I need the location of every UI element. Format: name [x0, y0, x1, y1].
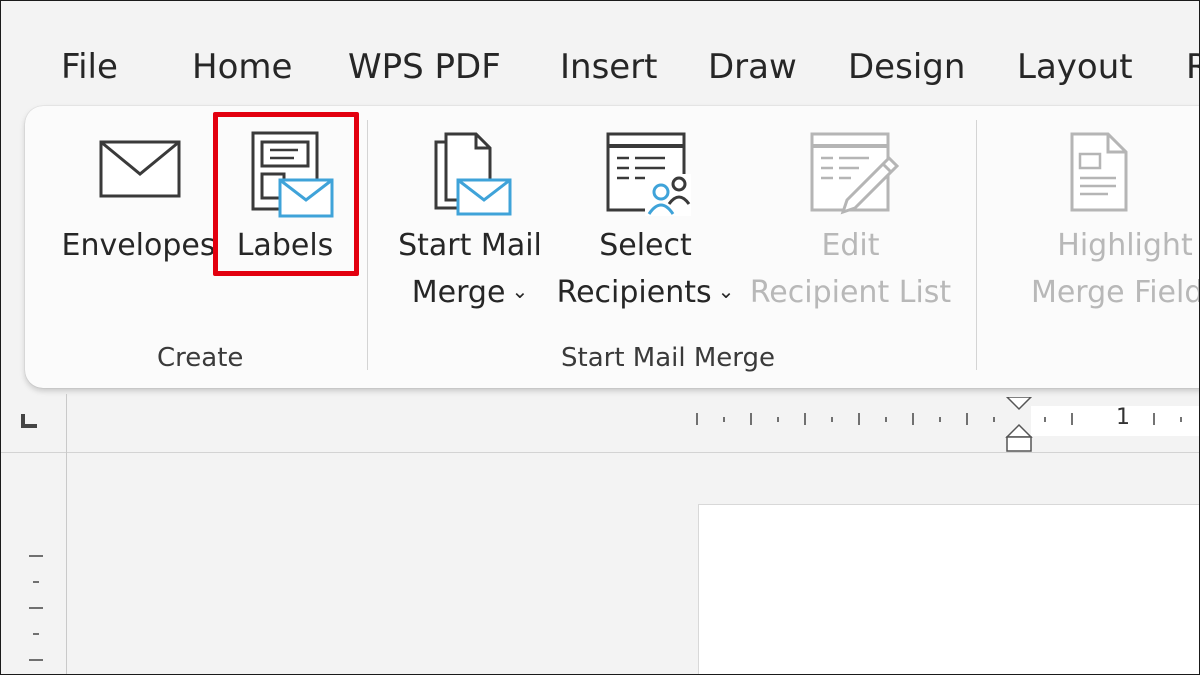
start-mail-merge-label-text: Merge [411, 275, 506, 310]
word-window: File Home WPS PDF Insert Draw Design Lay… [0, 0, 1200, 675]
group-separator [367, 120, 368, 370]
group-separator [976, 120, 977, 370]
create-group-label: Create [157, 343, 244, 373]
ribbon-panel: Envelopes Labels Create Start Mail Merge… [25, 106, 1199, 388]
document-page[interactable] [698, 504, 1199, 674]
ribbon-tabs: File Home WPS PDF Insert Draw Design Lay… [1, 47, 1199, 91]
chevron-down-icon: ⌄ [511, 279, 529, 303]
contacts-list-icon [606, 132, 691, 216]
edit-recipient-list-label-line1: Edit [821, 228, 880, 263]
tab-layout[interactable]: Layout [1017, 47, 1133, 87]
envelope-icon [99, 140, 181, 198]
tab-wps-pdf[interactable]: WPS PDF [348, 47, 501, 87]
ruler-divider [1, 452, 1199, 453]
select-recipients-label-text: Recipients [556, 275, 712, 310]
envelopes-button[interactable]: Envelopes [61, 128, 216, 298]
document-fields-icon [1070, 132, 1128, 212]
tab-draw[interactable]: Draw [708, 47, 797, 87]
start-mail-merge-label-line1: Start Mail [398, 228, 542, 263]
edit-list-icon [810, 132, 900, 215]
tab-design[interactable]: Design [848, 47, 965, 87]
select-recipients-label-line2: Recipients ⌄ [553, 269, 738, 319]
labels-highlight-box [213, 112, 359, 276]
highlight-merge-fields-button[interactable]: Highlight Merge Fields [1000, 128, 1199, 318]
edit-recipient-list-button[interactable]: Edit Recipient List [743, 128, 958, 318]
documents-envelope-icon [434, 132, 512, 216]
select-recipients-label-line1: Select [599, 228, 692, 263]
edit-recipient-list-label-line2: Recipient List [749, 275, 952, 310]
tab-references[interactable]: R [1186, 47, 1199, 87]
highlight-merge-fields-label-line1: Highlight [1057, 228, 1193, 263]
tab-insert[interactable]: Insert [560, 47, 658, 87]
vertical-ruler[interactable] [1, 541, 67, 675]
tab-file[interactable]: File [61, 47, 118, 87]
select-recipients-button[interactable]: Select Recipients ⌄ [553, 128, 738, 318]
tab-home[interactable]: Home [192, 47, 292, 87]
start-mail-merge-button[interactable]: Start Mail Merge ⌄ [390, 128, 550, 318]
start-mail-merge-label-line2: Merge ⌄ [390, 269, 550, 319]
start-mail-merge-group-label: Start Mail Merge [561, 343, 776, 373]
envelopes-label: Envelopes [61, 228, 216, 263]
chevron-down-icon: ⌄ [717, 279, 735, 303]
tab-stop-selector-icon[interactable] [1, 394, 67, 452]
highlight-merge-fields-label-line2: Merge Fields [1030, 275, 1199, 310]
ruler-number: 1 [1116, 405, 1130, 430]
